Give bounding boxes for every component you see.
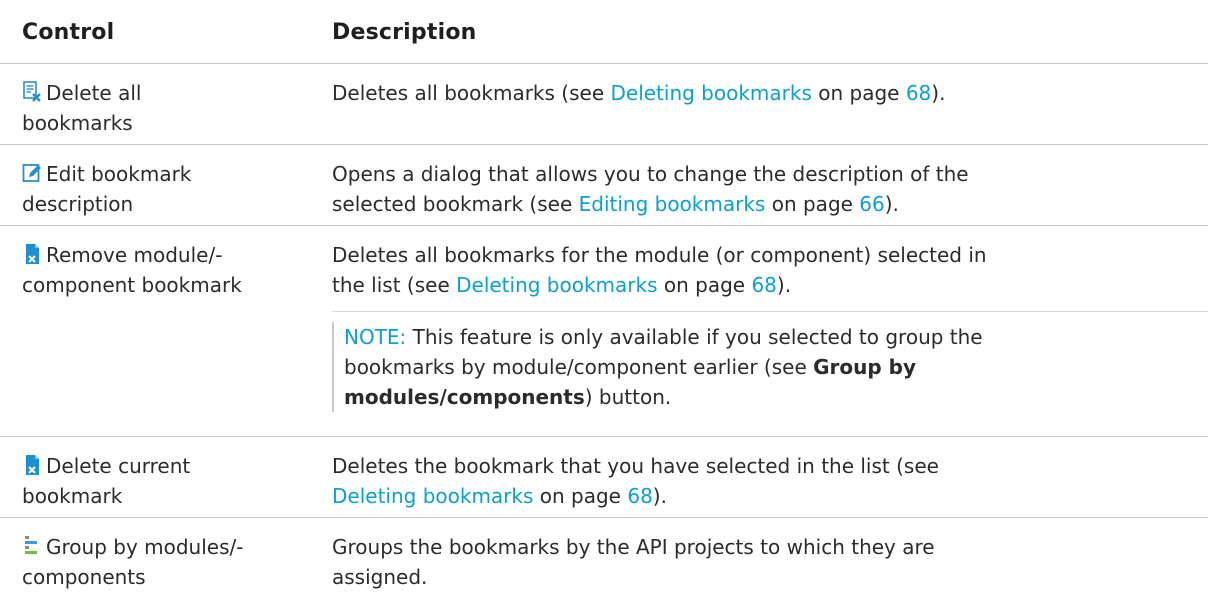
group-icon[interactable]: [22, 535, 42, 557]
header-description: Description: [332, 20, 477, 45]
desc-text: on page: [811, 81, 906, 105]
control-label-line2: component bookmark: [22, 273, 242, 297]
desc-text: selected bookmark (see: [332, 192, 579, 216]
desc-text: Groups the bookmarks by the API projects…: [332, 535, 935, 559]
control-label-line2: bookmarks: [22, 111, 133, 135]
remove-bookmark-icon[interactable]: [22, 243, 42, 265]
desc-text: Deletes all bookmarks (see: [332, 81, 611, 105]
desc-text: on page: [533, 484, 628, 508]
page-link[interactable]: 66: [859, 192, 884, 216]
description-cell: Deletes all bookmarks for the module (or…: [332, 240, 1192, 300]
description-cell: Deletes the bookmark that you have selec…: [332, 451, 1192, 511]
control-cell: Remove module/- component bookmark: [22, 240, 322, 300]
desc-text: assigned.: [332, 565, 428, 589]
desc-text: ).: [884, 192, 899, 216]
control-label-line2: description: [22, 192, 134, 216]
table-row: Edit bookmark description Opens a dialog…: [0, 145, 1208, 226]
control-label-line1: Delete all: [46, 81, 142, 105]
table-header: Control Description: [0, 0, 1208, 64]
control-label-line1: Remove module/-: [46, 243, 223, 267]
desc-text: ).: [652, 484, 667, 508]
desc-text: on page: [657, 273, 752, 297]
control-cell: Delete current bookmark: [22, 451, 322, 511]
description-cell: Groups the bookmarks by the API projects…: [332, 532, 1192, 592]
table-row: Group by modules/- components Groups the…: [0, 518, 1208, 610]
desc-text: on page: [765, 192, 860, 216]
link-editing-bookmarks[interactable]: Editing bookmarks: [579, 192, 766, 216]
page-link[interactable]: 68: [906, 81, 931, 105]
desc-text: Opens a dialog that allows you to change…: [332, 162, 969, 186]
note-bold-text: Group by: [813, 355, 917, 379]
control-cell: Group by modules/- components: [22, 532, 322, 592]
divider: [332, 311, 1208, 312]
description-cell: Deletes all bookmarks (see Deleting book…: [332, 78, 1192, 108]
delete-all-icon[interactable]: [22, 81, 42, 103]
table-row: Remove module/- component bookmark Delet…: [0, 226, 1208, 437]
page-link[interactable]: 68: [627, 484, 652, 508]
desc-text: ).: [776, 273, 792, 297]
table-row: Delete current bookmark Deletes the book…: [0, 437, 1208, 518]
control-label-line1: Edit bookmark: [46, 162, 192, 186]
control-label-line2: bookmark: [22, 484, 123, 508]
control-label-line1: Group by modules/-: [46, 535, 244, 559]
desc-text: Deletes the bookmark that you have selec…: [332, 454, 939, 478]
edit-icon[interactable]: [22, 162, 42, 184]
link-deleting-bookmarks[interactable]: Deleting bookmarks: [332, 484, 533, 508]
control-cell: Edit bookmark description: [22, 159, 322, 219]
description-cell: Opens a dialog that allows you to change…: [332, 159, 1192, 219]
note-text: This feature is only available if you se…: [406, 325, 983, 349]
control-cell: Delete all bookmarks: [22, 78, 322, 138]
note-label: NOTE:: [344, 325, 407, 349]
delete-current-icon[interactable]: [22, 454, 42, 476]
page-link[interactable]: 68: [751, 273, 776, 297]
note-text: ) button.: [584, 385, 672, 409]
table-row: Delete all bookmarks Deletes all bookmar…: [0, 64, 1208, 145]
control-label-line1: Delete current: [46, 454, 191, 478]
note-text: bookmarks by module/component earlier (s…: [344, 355, 814, 379]
link-deleting-bookmarks[interactable]: Deleting bookmarks: [456, 273, 657, 297]
desc-text: Deletes all bookmarks for the module (or…: [332, 243, 987, 267]
note-bold-text: modules/components: [344, 385, 585, 409]
desc-text: the list (see: [332, 273, 457, 297]
control-label-line2: components: [22, 565, 146, 589]
header-control: Control: [22, 20, 115, 45]
desc-text: ).: [931, 81, 946, 105]
link-deleting-bookmarks[interactable]: Deleting bookmarks: [610, 81, 811, 105]
note-block: NOTE: This feature is only available if …: [332, 322, 1208, 412]
